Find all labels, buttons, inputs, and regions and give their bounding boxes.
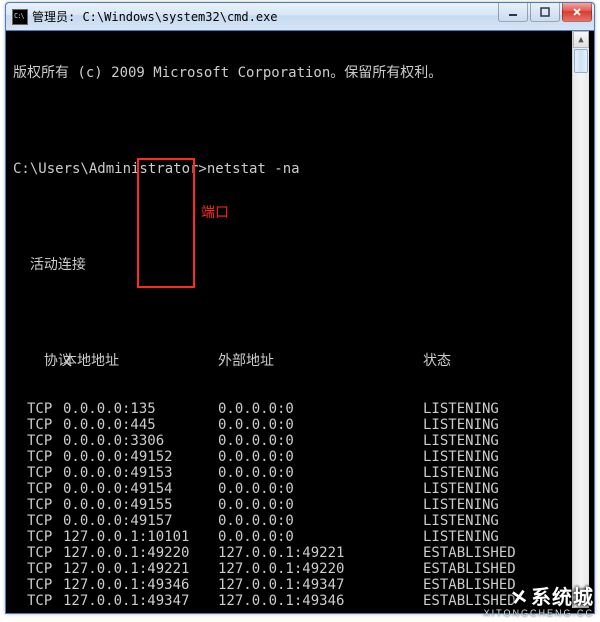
scroll-up-button[interactable]: ▲ [573, 31, 589, 48]
cell-foreign: 0.0.0.0:0 [218, 529, 423, 545]
cell-state: LISTENING [423, 449, 499, 465]
netstat-row: TCP0.0.0.0:491540.0.0.0:0LISTENING [13, 481, 572, 497]
cell-local: 0.0.0.0:135 [63, 401, 218, 417]
cell-local: 0.0.0.0:49153 [63, 465, 218, 481]
blank-line [13, 305, 572, 321]
cell-state: ESTABLISHED [423, 593, 516, 608]
cell-local: 127.0.0.1:49346 [63, 577, 218, 593]
close-button[interactable] [562, 3, 592, 22]
cell-proto: TCP [13, 513, 63, 529]
cell-local: 0.0.0.0:49152 [63, 449, 218, 465]
cell-state: LISTENING [423, 497, 499, 513]
cell-state: LISTENING [423, 465, 499, 481]
cell-foreign: 0.0.0.0:0 [218, 465, 423, 481]
minimize-button[interactable] [498, 3, 528, 22]
netstat-row: TCP0.0.0.0:4450.0.0.0:0LISTENING [13, 417, 572, 433]
active-conn-line: 活动连接 [13, 257, 572, 273]
cell-proto: TCP [13, 593, 63, 608]
cell-local: 0.0.0.0:3306 [63, 433, 218, 449]
cell-state: ESTABLISHED [423, 561, 516, 577]
cell-proto: TCP [13, 401, 63, 417]
prompt-line: C:\Users\Administrator>netstat -na [13, 161, 572, 177]
scroll-thumb[interactable] [574, 49, 588, 73]
cell-foreign: 0.0.0.0:0 [218, 449, 423, 465]
cell-state: LISTENING [423, 401, 499, 417]
cell-local: 127.0.0.1:49347 [63, 593, 218, 608]
header-foreign: 外部地址 [218, 353, 423, 369]
cell-state: ESTABLISHED [423, 577, 516, 593]
blank-line [13, 113, 572, 129]
cell-foreign: 0.0.0.0:0 [218, 481, 423, 497]
header-proto: 协议 [13, 353, 63, 369]
header-row: 协议 本地地址 外部地址 状态 [13, 353, 572, 369]
scroll-down-button[interactable]: ▼ [573, 591, 589, 608]
cell-proto: TCP [13, 529, 63, 545]
netstat-row: TCP0.0.0.0:491530.0.0.0:0LISTENING [13, 465, 572, 481]
cell-local: 0.0.0.0:49154 [63, 481, 218, 497]
netstat-row: TCP127.0.0.1:49347127.0.0.1:49346ESTABLI… [13, 593, 572, 608]
cell-local: 0.0.0.0:49157 [63, 513, 218, 529]
cell-local: 127.0.0.1:49221 [63, 561, 218, 577]
netstat-row: TCP0.0.0.0:491520.0.0.0:0LISTENING [13, 449, 572, 465]
maximize-button[interactable] [530, 3, 560, 22]
cell-foreign: 0.0.0.0:0 [218, 401, 423, 417]
cell-foreign: 0.0.0.0:0 [218, 433, 423, 449]
header-local: 本地地址 [63, 353, 218, 369]
cmd-icon [12, 9, 28, 25]
cell-state: LISTENING [423, 481, 499, 497]
cell-proto: TCP [13, 417, 63, 433]
cell-proto: TCP [13, 481, 63, 497]
cell-foreign: 0.0.0.0:0 [218, 513, 423, 529]
terminal-output[interactable]: 版权所有 (c) 2009 Microsoft Corporation。保留所有… [11, 31, 572, 608]
cell-local: 127.0.0.1:10101 [63, 529, 218, 545]
cell-foreign: 127.0.0.1:49221 [218, 545, 423, 561]
client-area: 版权所有 (c) 2009 Microsoft Corporation。保留所有… [11, 31, 589, 608]
netstat-row: TCP0.0.0.0:491550.0.0.0:0LISTENING [13, 497, 572, 513]
netstat-row: TCP0.0.0.0:491570.0.0.0:0LISTENING [13, 513, 572, 529]
header-state: 状态 [423, 353, 451, 369]
cell-proto: TCP [13, 449, 63, 465]
port-annotation-label: 端口 [201, 206, 229, 222]
netstat-row: TCP127.0.0.1:49221127.0.0.1:49220ESTABLI… [13, 561, 572, 577]
cmd-window: 管理员: C:\Windows\system32\cmd.exe 版权所有 (c… [5, 2, 595, 614]
cell-local: 0.0.0.0:445 [63, 417, 218, 433]
cell-proto: TCP [13, 433, 63, 449]
cell-proto: TCP [13, 465, 63, 481]
cell-local: 127.0.0.1:49220 [63, 545, 218, 561]
cell-foreign: 127.0.0.1:49220 [218, 561, 423, 577]
cell-proto: TCP [13, 497, 63, 513]
cell-local: 0.0.0.0:49155 [63, 497, 218, 513]
netstat-row: TCP127.0.0.1:49346127.0.0.1:49347ESTABLI… [13, 577, 572, 593]
cell-state: LISTENING [423, 529, 499, 545]
cell-foreign: 0.0.0.0:0 [218, 417, 423, 433]
window-title: 管理员: C:\Windows\system32\cmd.exe [32, 8, 278, 25]
netstat-row: TCP127.0.0.1:49220127.0.0.1:49221ESTABLI… [13, 545, 572, 561]
cell-proto: TCP [13, 577, 63, 593]
vertical-scrollbar[interactable]: ▲ ▼ [572, 31, 589, 608]
cell-foreign: 127.0.0.1:49346 [218, 593, 423, 608]
netstat-row: TCP0.0.0.0:1350.0.0.0:0LISTENING [13, 401, 572, 417]
cell-foreign: 127.0.0.1:49347 [218, 577, 423, 593]
cell-state: LISTENING [423, 417, 499, 433]
cell-state: ESTABLISHED [423, 545, 516, 561]
cell-proto: TCP [13, 545, 63, 561]
titlebar[interactable]: 管理员: C:\Windows\system32\cmd.exe [6, 3, 594, 31]
netstat-row: TCP127.0.0.1:101010.0.0.0:0LISTENING [13, 529, 572, 545]
netstat-row: TCP0.0.0.0:33060.0.0.0:0LISTENING [13, 433, 572, 449]
blank-line [13, 209, 572, 225]
cell-state: LISTENING [423, 513, 499, 529]
cell-foreign: 0.0.0.0:0 [218, 497, 423, 513]
cell-proto: TCP [13, 561, 63, 577]
cell-state: LISTENING [423, 433, 499, 449]
copyright-line: 版权所有 (c) 2009 Microsoft Corporation。保留所有… [13, 65, 572, 81]
